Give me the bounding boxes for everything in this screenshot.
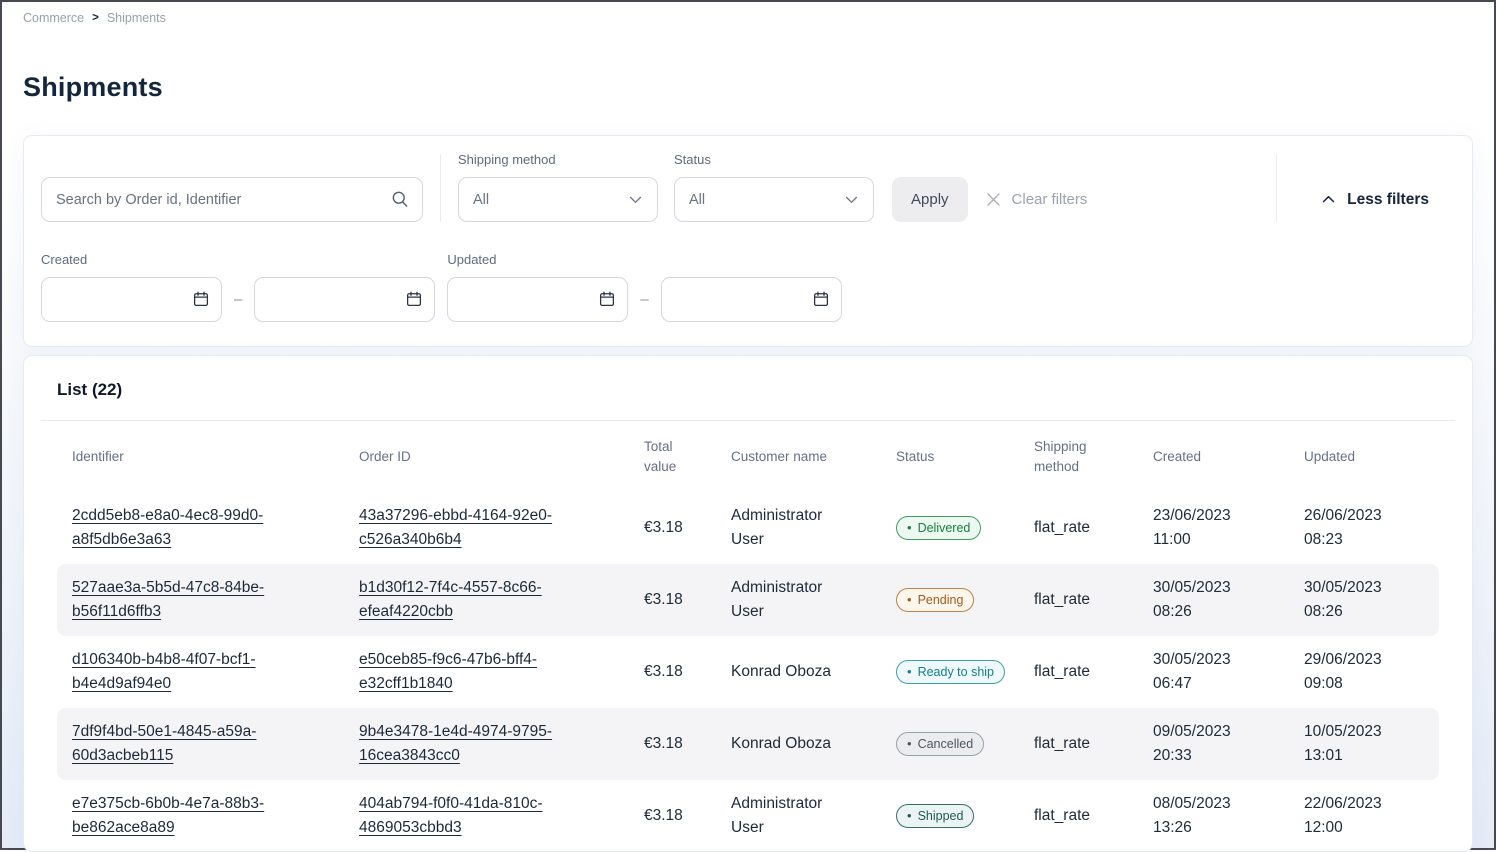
search-icon bbox=[390, 189, 410, 209]
column-header-total-value: Total value bbox=[644, 437, 690, 476]
total-value: €3.18 bbox=[644, 735, 731, 753]
customer-name: Konrad Oboza bbox=[731, 732, 853, 756]
shipping-method: flat_rate bbox=[1034, 519, 1153, 537]
created-label: Created bbox=[41, 250, 435, 269]
updated-to-field bbox=[661, 277, 842, 322]
status-filter: Status All bbox=[674, 150, 874, 222]
table-header-row: Identifier Order ID Total value Customer… bbox=[57, 421, 1439, 492]
updated-datetime: 26/06/202308:23 bbox=[1304, 504, 1424, 552]
order-id-link[interactable]: 404ab794-f0f0-41da-810c-4869053cbbd3 bbox=[359, 795, 543, 836]
table-row: e7e375cb-6b0b-4e7a-88b3-be862ace8a89 404… bbox=[57, 780, 1439, 852]
created-datetime: 30/05/202306:47 bbox=[1153, 648, 1304, 696]
less-filters-button[interactable]: Less filters bbox=[1320, 177, 1429, 222]
created-datetime: 23/06/202311:00 bbox=[1153, 504, 1304, 552]
table-row: 2cdd5eb8-e8a0-4ec8-99d0-a8f5db6e3a63 43a… bbox=[57, 492, 1439, 564]
list-title: List (22) bbox=[24, 356, 1472, 400]
calendar-icon bbox=[192, 290, 210, 308]
status-label: Status bbox=[674, 150, 874, 169]
total-value: €3.18 bbox=[644, 807, 731, 825]
less-filters-label: Less filters bbox=[1347, 191, 1429, 209]
status-badge: Ready to ship bbox=[896, 660, 1005, 684]
chevron-down-icon bbox=[843, 191, 860, 208]
column-header-identifier: Identifier bbox=[72, 447, 359, 467]
status-select[interactable]: All bbox=[674, 177, 874, 222]
status-badge: Cancelled bbox=[896, 732, 984, 756]
breadcrumb: Commerce > Shipments bbox=[2, 2, 1494, 25]
search-field bbox=[41, 177, 423, 222]
breadcrumb-item-commerce[interactable]: Commerce bbox=[23, 11, 84, 25]
column-header-updated: Updated bbox=[1304, 447, 1424, 467]
order-id-link[interactable]: e50ceb85-f9c6-47b6-bff4-e32cff1b1840 bbox=[359, 651, 537, 692]
total-value: €3.18 bbox=[644, 663, 731, 681]
shipping-method-select[interactable]: All bbox=[458, 177, 658, 222]
divider bbox=[440, 154, 441, 222]
shipping-method: flat_rate bbox=[1034, 735, 1153, 753]
search-input[interactable] bbox=[41, 177, 423, 222]
customer-name: Administrator User bbox=[731, 576, 853, 624]
updated-from-field bbox=[447, 277, 628, 322]
total-value: €3.18 bbox=[644, 591, 731, 609]
chevron-up-icon bbox=[1320, 191, 1337, 208]
calendar-icon bbox=[405, 290, 423, 308]
created-datetime: 09/05/202320:33 bbox=[1153, 720, 1304, 768]
identifier-link[interactable]: 527aae3a-5b5d-47c8-84be-b56f11d6ffb3 bbox=[72, 579, 264, 620]
column-header-shipping-method: Shipping method bbox=[1034, 437, 1106, 476]
chevron-down-icon bbox=[627, 191, 644, 208]
calendar-icon bbox=[598, 290, 616, 308]
shipping-method: flat_rate bbox=[1034, 807, 1153, 825]
column-header-order-id: Order ID bbox=[359, 447, 644, 467]
customer-name: Administrator User bbox=[731, 792, 853, 840]
customer-name: Administrator User bbox=[731, 504, 853, 552]
shipping-method-filter: Shipping method All bbox=[458, 150, 658, 222]
filters-panel: Shipping method All Status All Apply Cl bbox=[23, 135, 1473, 347]
clear-filters-label: Clear filters bbox=[1012, 191, 1088, 208]
shipping-method: flat_rate bbox=[1034, 663, 1153, 681]
order-id-link[interactable]: 9b4e3478-1e4d-4974-9795-16cea3843cc0 bbox=[359, 723, 552, 764]
created-date-filter: Created – bbox=[41, 250, 435, 322]
table-row: d106340b-b4b8-4f07-bcf1-b4e4d9af94e0 e50… bbox=[57, 636, 1439, 708]
page-title: Shipments bbox=[23, 72, 1494, 103]
status-badge: Pending bbox=[896, 588, 974, 612]
customer-name: Konrad Oboza bbox=[731, 660, 853, 684]
order-id-link[interactable]: b1d30f12-7f4c-4557-8c66-efeaf4220cbb bbox=[359, 579, 542, 620]
date-range-separator: – bbox=[234, 277, 242, 322]
updated-datetime: 22/06/202312:00 bbox=[1304, 792, 1424, 840]
table-row: 527aae3a-5b5d-47c8-84be-b56f11d6ffb3 b1d… bbox=[57, 564, 1439, 636]
order-id-link[interactable]: 43a37296-ebbd-4164-92e0-c526a340b6b4 bbox=[359, 507, 552, 548]
date-range-separator: – bbox=[640, 277, 648, 322]
updated-datetime: 29/06/202309:08 bbox=[1304, 648, 1424, 696]
column-header-status: Status bbox=[896, 447, 1034, 467]
shipping-method-value: All bbox=[473, 192, 489, 208]
created-from-field bbox=[41, 277, 222, 322]
breadcrumb-item-shipments: Shipments bbox=[107, 11, 166, 25]
table-row: 7df9f4bd-50e1-4845-a59a-60d3acbeb115 9b4… bbox=[57, 708, 1439, 780]
updated-datetime: 10/05/202313:01 bbox=[1304, 720, 1424, 768]
identifier-link[interactable]: 7df9f4bd-50e1-4845-a59a-60d3acbeb115 bbox=[72, 723, 256, 764]
identifier-link[interactable]: e7e375cb-6b0b-4e7a-88b3-be862ace8a89 bbox=[72, 795, 264, 836]
column-header-customer-name: Customer name bbox=[731, 447, 896, 467]
status-badge: Shipped bbox=[896, 804, 974, 828]
updated-label: Updated bbox=[447, 250, 841, 269]
apply-button[interactable]: Apply bbox=[892, 177, 968, 222]
clear-filters-button[interactable]: Clear filters bbox=[984, 177, 1088, 222]
created-datetime: 30/05/202308:26 bbox=[1153, 576, 1304, 624]
calendar-icon bbox=[812, 290, 830, 308]
shipments-list-panel: List (22) Identifier Order ID Total valu… bbox=[23, 355, 1473, 852]
shipping-method-label: Shipping method bbox=[458, 150, 658, 169]
identifier-link[interactable]: d106340b-b4b8-4f07-bcf1-b4e4d9af94e0 bbox=[72, 651, 256, 692]
status-value: All bbox=[689, 192, 705, 208]
status-badge: Delivered bbox=[896, 516, 981, 540]
updated-date-filter: Updated – bbox=[447, 250, 841, 322]
identifier-link[interactable]: 2cdd5eb8-e8a0-4ec8-99d0-a8f5db6e3a63 bbox=[72, 507, 263, 548]
divider bbox=[1276, 154, 1277, 222]
column-header-created: Created bbox=[1153, 447, 1304, 467]
created-datetime: 08/05/202313:26 bbox=[1153, 792, 1304, 840]
shipping-method: flat_rate bbox=[1034, 591, 1153, 609]
close-icon bbox=[984, 190, 1003, 209]
updated-datetime: 30/05/202308:26 bbox=[1304, 576, 1424, 624]
total-value: €3.18 bbox=[644, 519, 731, 537]
created-to-field bbox=[254, 277, 435, 322]
breadcrumb-separator-icon: > bbox=[92, 12, 99, 24]
